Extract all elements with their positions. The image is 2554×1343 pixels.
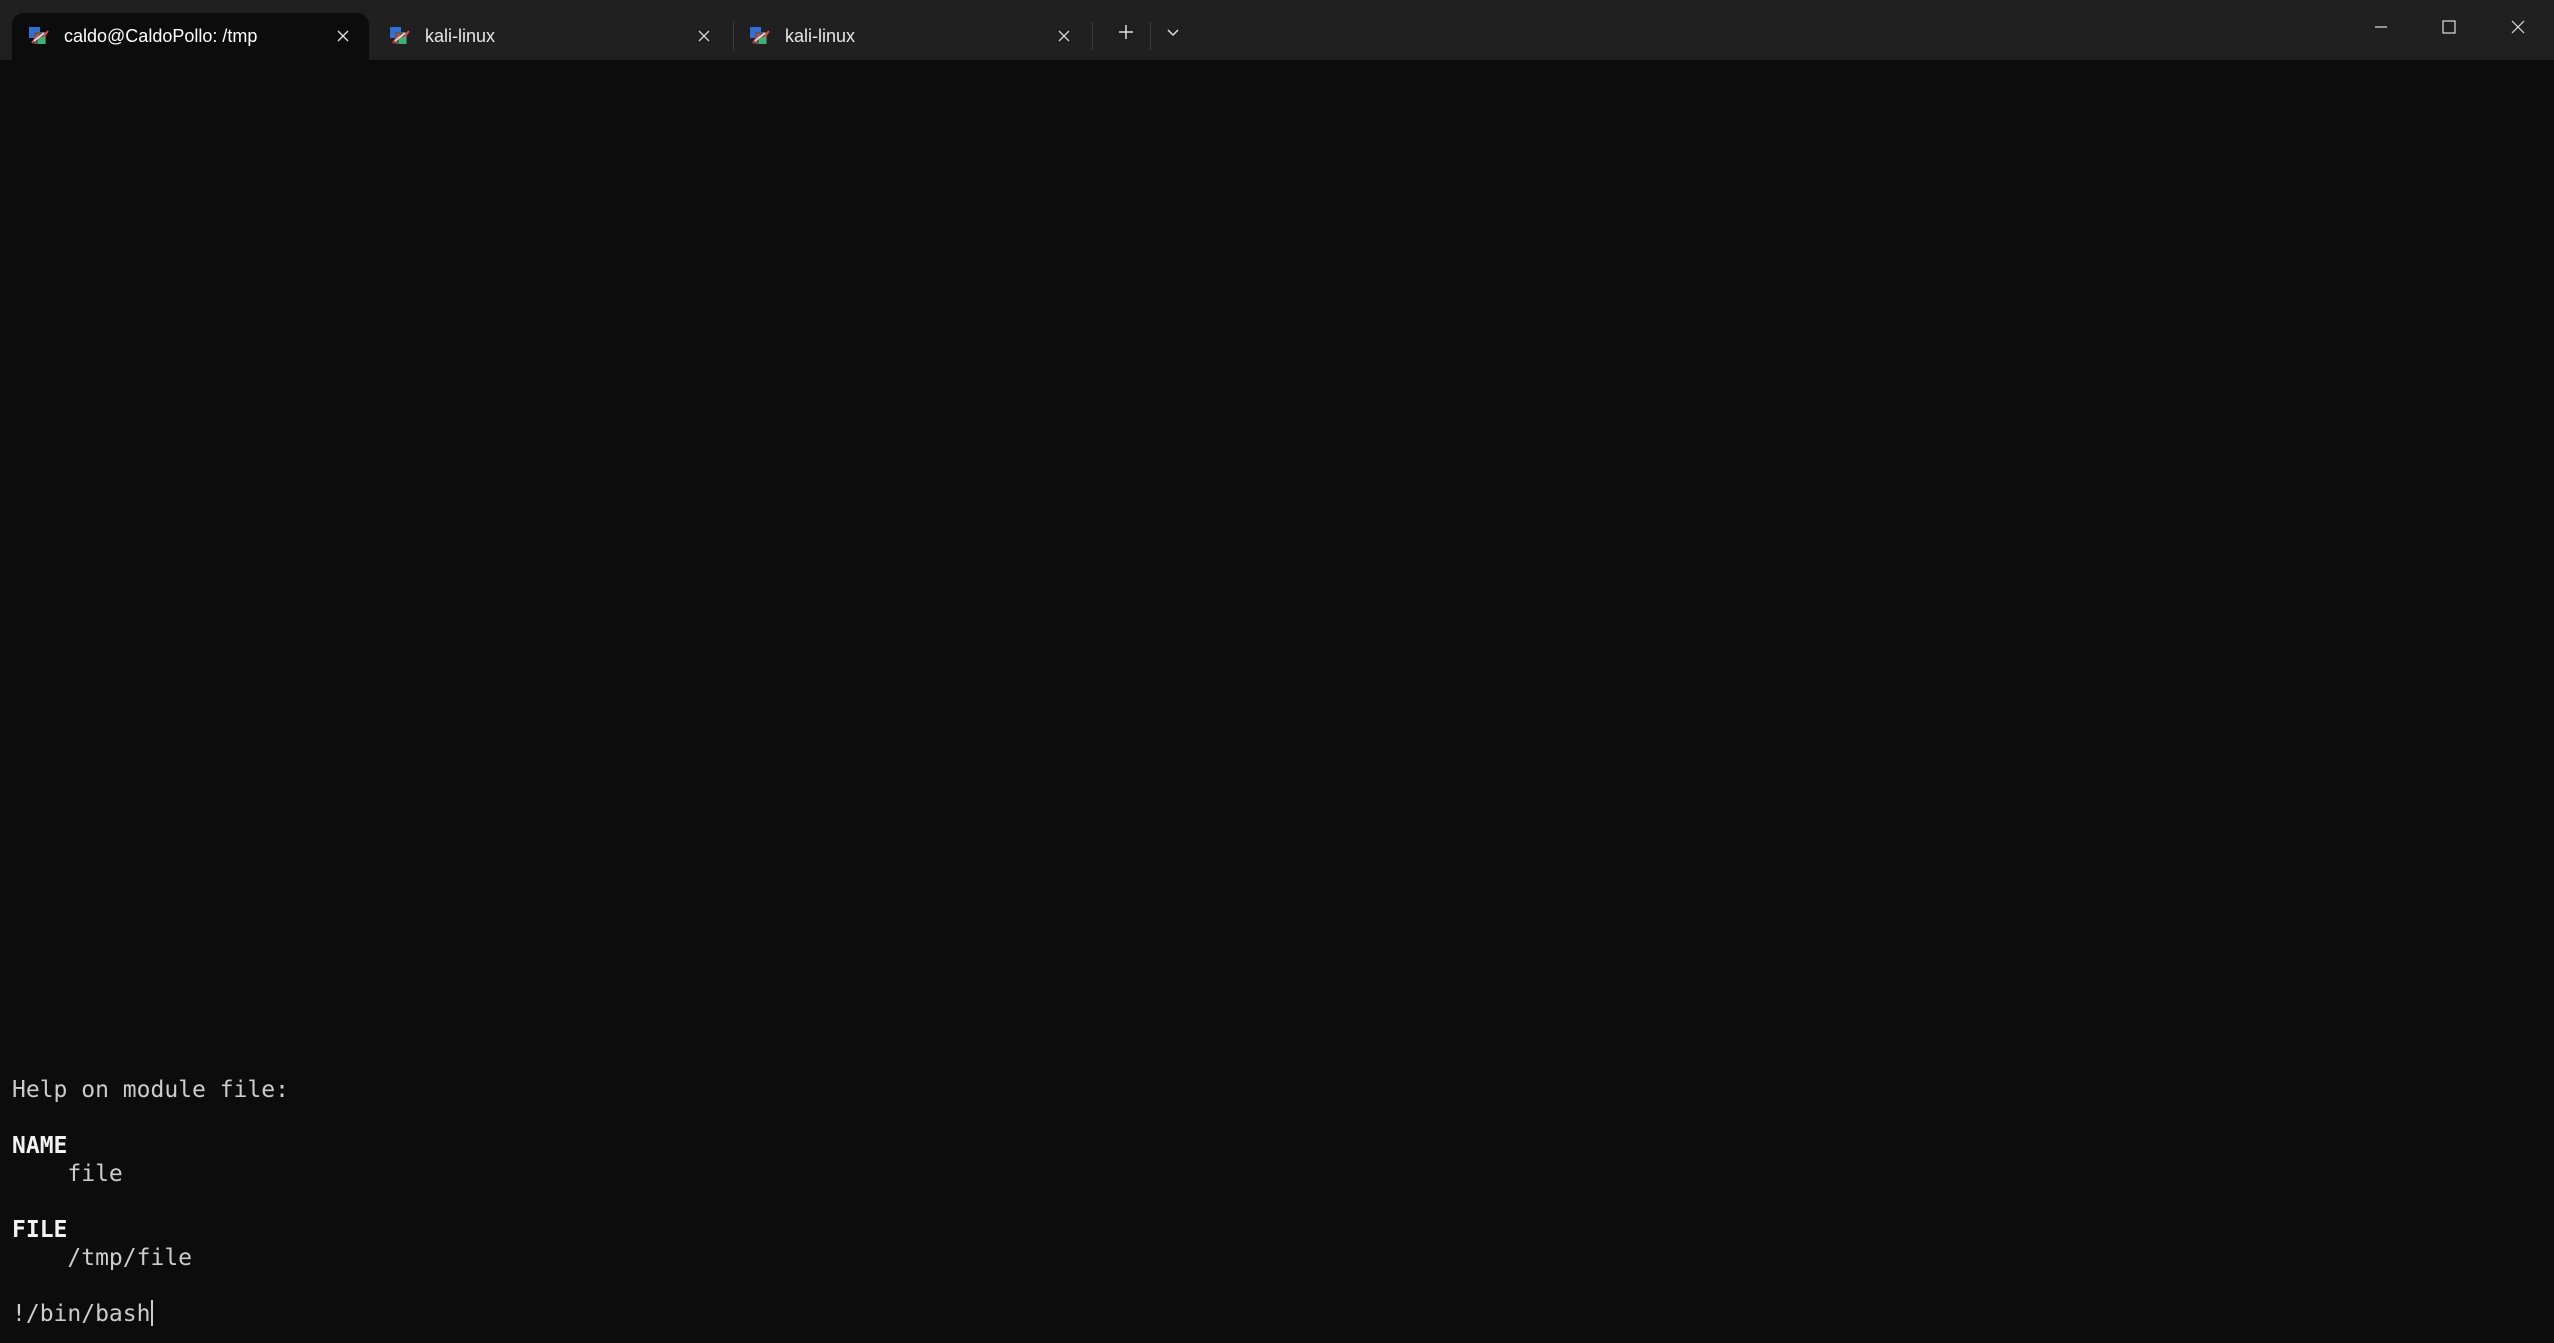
terminal-heading: NAME xyxy=(12,1133,68,1159)
terminal-output[interactable]: Help on module file: NAME file FILE /tmp… xyxy=(0,60,2554,1343)
tab-dropdown-button[interactable] xyxy=(1155,18,1191,50)
terminal-line: /tmp/file xyxy=(12,1245,193,1271)
minimize-icon xyxy=(2373,19,2389,40)
minimize-button[interactable] xyxy=(2347,0,2415,58)
maximize-icon xyxy=(2441,19,2457,40)
terminal-line: Help on module file: xyxy=(12,1077,289,1103)
tab-divider xyxy=(1092,22,1093,50)
chevron-down-icon xyxy=(1166,25,1180,44)
tab-label: kali-linux xyxy=(785,26,856,46)
terminal-window: caldo@CaldoPollo: /tmp kali-linux kali-l… xyxy=(0,0,2554,1343)
tab-caldo-tmp[interactable]: caldo@CaldoPollo: /tmp xyxy=(12,13,369,60)
tab-label: caldo@CaldoPollo: /tmp xyxy=(64,26,258,46)
close-window-button[interactable] xyxy=(2484,0,2552,58)
new-tab-button[interactable] xyxy=(1108,18,1144,50)
close-tab-icon[interactable] xyxy=(692,24,716,48)
tab-kali-linux-2[interactable]: kali-linux xyxy=(733,13,1090,60)
kali-linux-icon xyxy=(28,25,50,47)
maximize-button[interactable] xyxy=(2415,0,2483,58)
terminal-input-text: !/bin/bash xyxy=(12,1301,151,1327)
terminal-input-line[interactable]: !/bin/bash xyxy=(12,1300,154,1328)
tab-label: kali-linux xyxy=(425,26,496,46)
kali-linux-icon xyxy=(749,25,771,47)
plus-icon xyxy=(1117,23,1135,46)
title-bar[interactable]: caldo@CaldoPollo: /tmp kali-linux kali-l… xyxy=(0,0,2554,60)
tab-divider xyxy=(1150,22,1151,50)
terminal-line: file xyxy=(12,1161,123,1187)
close-tab-icon[interactable] xyxy=(1052,24,1076,48)
close-tab-icon[interactable] xyxy=(331,24,355,48)
terminal-heading: FILE xyxy=(12,1217,68,1243)
close-icon xyxy=(2510,19,2526,40)
kali-linux-icon xyxy=(389,25,411,47)
text-cursor xyxy=(151,1300,154,1326)
tab-kali-linux-1[interactable]: kali-linux xyxy=(373,13,730,60)
